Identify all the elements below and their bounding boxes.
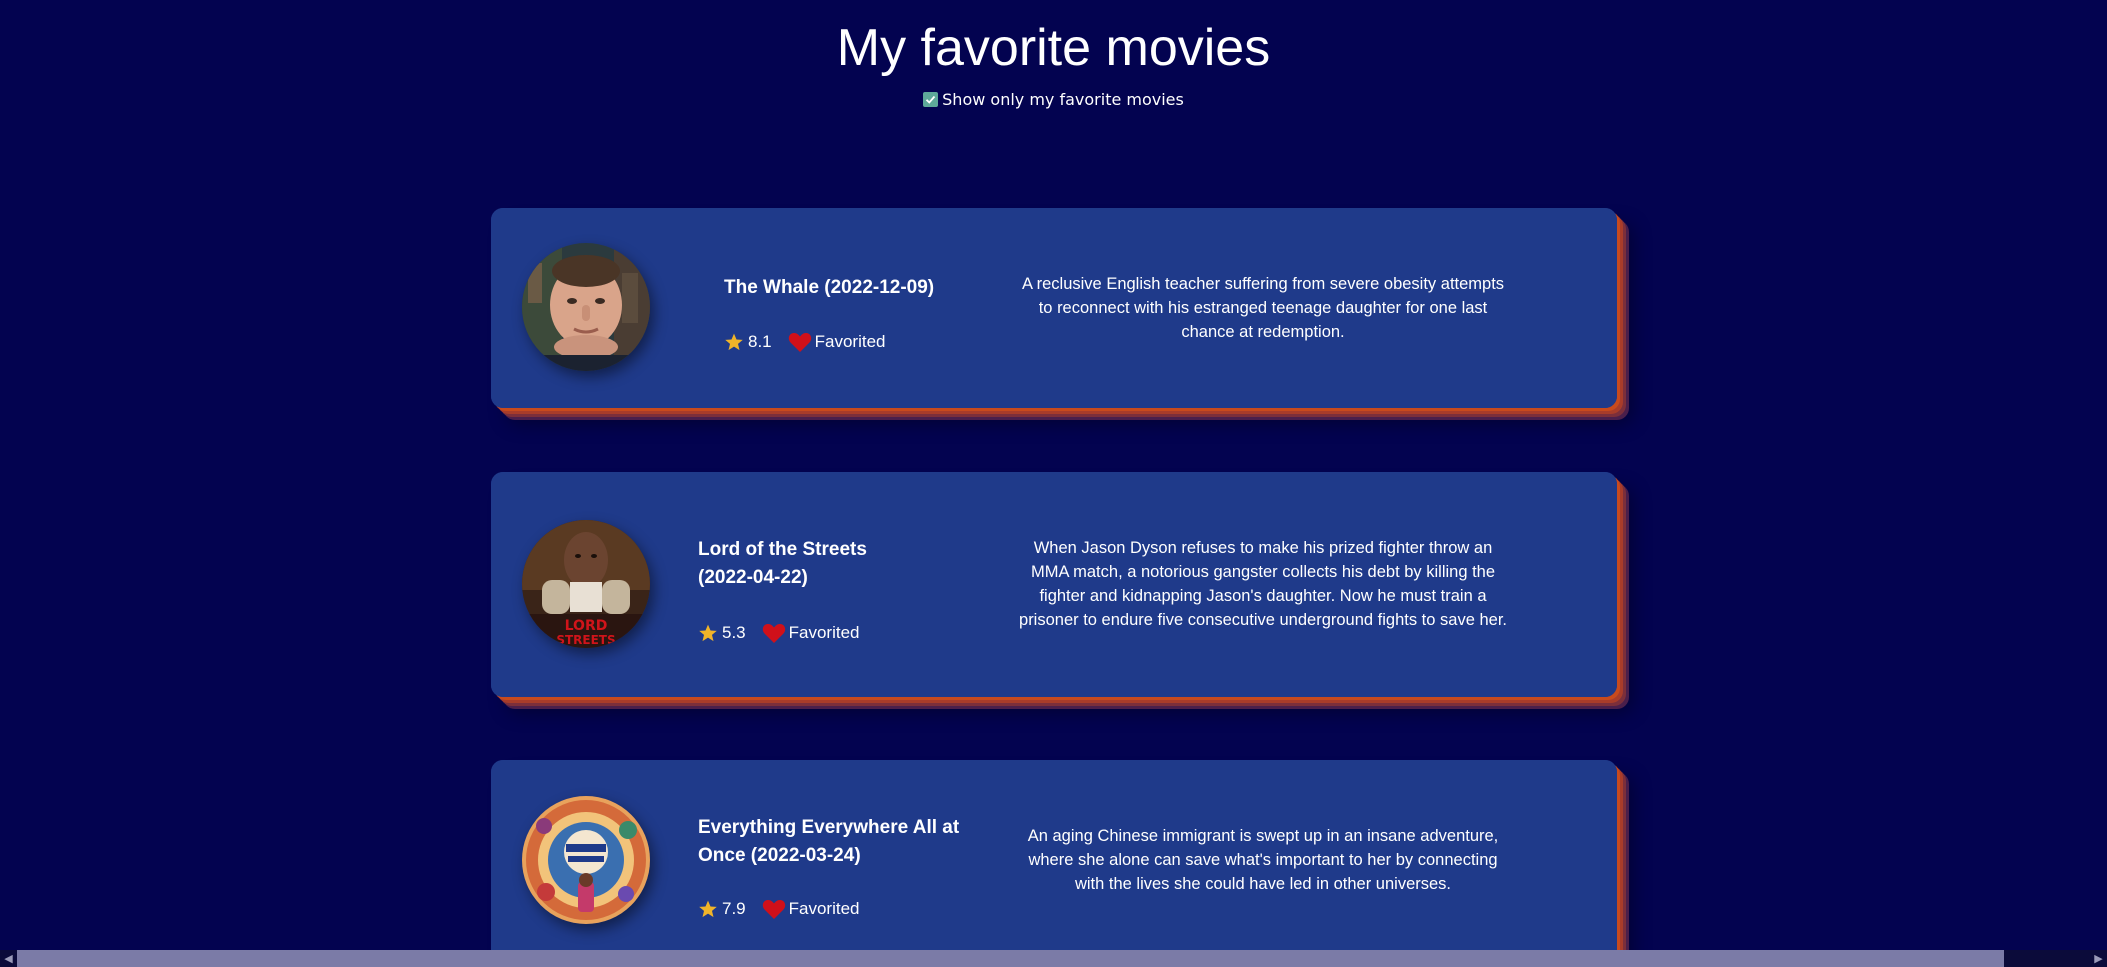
star-icon xyxy=(725,333,743,351)
movie-title: The Whale (2022-12-09) xyxy=(724,277,935,298)
movie-card: The Whale (2022-12-09) 8.1 Favorited A r… xyxy=(491,208,1617,408)
favorite-toggle[interactable]: Favorited xyxy=(789,623,860,643)
movie-card-body: LORD STREETS Lord of the Streets (2022-0… xyxy=(491,472,1617,697)
favorites-only-checkbox[interactable] xyxy=(923,92,939,107)
favorite-toggle[interactable]: Favorited xyxy=(815,332,886,352)
star-icon xyxy=(699,900,717,918)
scrollbar-thumb[interactable] xyxy=(17,950,2004,967)
movie-title: Lord of the Streets (2022-04-22) xyxy=(698,539,867,588)
scroll-left-arrow-icon[interactable]: ◀ xyxy=(0,950,17,967)
page-title: My favorite movies xyxy=(836,19,1271,77)
movie-meta: 7.9 Favorited xyxy=(698,898,860,920)
movie-meta: 8.1 Favorited xyxy=(724,331,886,353)
movie-card: LORD STREETS Lord of the Streets (2022-0… xyxy=(491,472,1617,697)
heart-icon[interactable] xyxy=(762,622,786,644)
scroll-right-arrow-icon[interactable]: ▶ xyxy=(2090,950,2107,967)
poster-the-whale xyxy=(522,243,650,371)
svg-text:LORD: LORD xyxy=(565,618,608,634)
poster-lord-of-the-streets: LORD STREETS xyxy=(522,520,650,648)
heart-icon[interactable] xyxy=(762,898,786,920)
movie-overview: When Jason Dyson refuses to make his pri… xyxy=(1019,539,1507,629)
favorite-toggle[interactable]: Favorited xyxy=(789,899,860,919)
movie-overview: A reclusive English teacher suffering fr… xyxy=(1021,275,1505,341)
heart-icon[interactable] xyxy=(788,331,812,353)
movie-card-body: Everything Everywhere All at Once (2022-… xyxy=(491,760,1617,967)
movie-overview: An aging Chinese immigrant is swept up i… xyxy=(1027,827,1499,893)
movie-title: Everything Everywhere All at Once (2022-… xyxy=(698,817,960,866)
poster-image xyxy=(522,243,650,371)
svg-text:STREETS: STREETS xyxy=(556,633,615,647)
movie-meta: 5.3 Favorited xyxy=(698,622,860,644)
rating-value: 7.9 xyxy=(722,899,746,918)
movie-card-body: The Whale (2022-12-09) 8.1 Favorited A r… xyxy=(491,208,1617,408)
poster-image: LORD STREETS xyxy=(522,520,650,648)
rating-value: 5.3 xyxy=(722,623,746,642)
page: My favorite movies Show only my favorite… xyxy=(0,0,2107,967)
movie-card: Everything Everywhere All at Once (2022-… xyxy=(491,760,1617,967)
horizontal-scrollbar[interactable]: ◀ ▶ xyxy=(0,950,2107,967)
star-icon xyxy=(699,624,717,642)
favorites-only-label[interactable]: Show only my favorite movies xyxy=(942,90,1184,109)
poster-everything-everywhere xyxy=(522,796,650,924)
poster-image xyxy=(522,796,650,924)
check-icon xyxy=(926,95,936,104)
favorites-filter[interactable]: Show only my favorite movies xyxy=(0,90,2107,109)
rating-value: 8.1 xyxy=(748,332,772,351)
